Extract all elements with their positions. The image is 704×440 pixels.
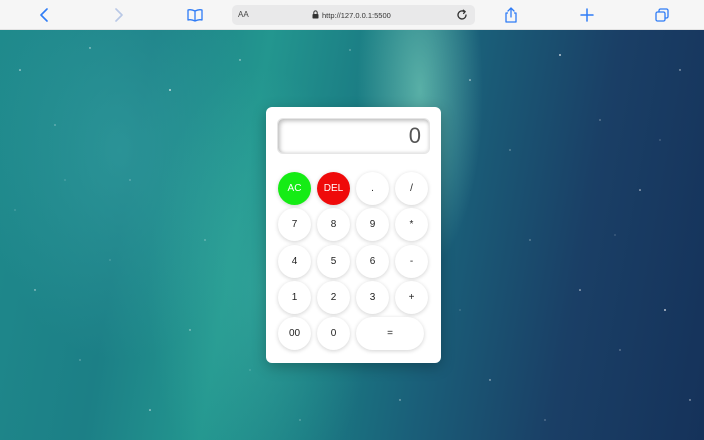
key-9[interactable]: 9 — [356, 208, 389, 241]
forward-icon[interactable] — [109, 5, 129, 25]
key-8[interactable]: 8 — [317, 208, 350, 241]
equals-button[interactable]: = — [356, 317, 424, 350]
browser-toolbar: AA http://127.0.0.1:5500 — [0, 0, 704, 30]
reload-icon[interactable] — [455, 8, 469, 22]
tabs-overview-icon[interactable] — [652, 5, 672, 25]
address-bar[interactable]: AA http://127.0.0.1:5500 — [232, 5, 475, 25]
all-clear-button[interactable]: AC — [278, 172, 311, 205]
key-3[interactable]: 3 — [356, 281, 389, 314]
key-0[interactable]: 0 — [317, 317, 350, 350]
key-6[interactable]: 6 — [356, 245, 389, 278]
minus-button[interactable]: - — [395, 245, 428, 278]
back-icon[interactable] — [34, 5, 54, 25]
divide-button[interactable]: / — [395, 172, 428, 205]
key-1[interactable]: 1 — [278, 281, 311, 314]
key-4[interactable]: 4 — [278, 245, 311, 278]
key-00[interactable]: 00 — [278, 317, 311, 350]
share-icon[interactable] — [501, 5, 521, 25]
url-text: http://127.0.0.1:5500 — [322, 10, 391, 20]
delete-button[interactable]: DEL — [317, 172, 350, 205]
bookmarks-icon[interactable] — [185, 5, 205, 25]
decimal-button[interactable]: . — [356, 172, 389, 205]
new-tab-icon[interactable] — [577, 5, 597, 25]
key-7[interactable]: 7 — [278, 208, 311, 241]
text-size-button[interactable]: AA — [238, 5, 249, 25]
key-2[interactable]: 2 — [317, 281, 350, 314]
multiply-button[interactable]: * — [395, 208, 428, 241]
plus-button[interactable]: + — [395, 281, 428, 314]
key-5[interactable]: 5 — [317, 245, 350, 278]
lock-icon — [312, 6, 319, 24]
calculator: 0 AC DEL . / 7 8 9 * 4 5 6 - 1 2 3 + 00 … — [266, 107, 441, 363]
calculator-display: 0 — [277, 118, 430, 154]
